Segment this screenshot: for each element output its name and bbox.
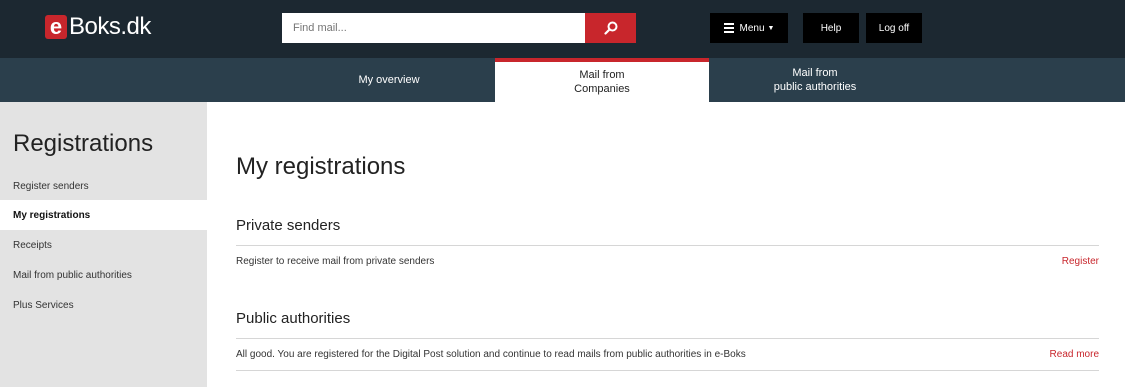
- hamburger-icon: [723, 21, 734, 35]
- page-title: My registrations: [236, 153, 406, 180]
- section-title-public-authorities: Public authorities: [236, 310, 351, 327]
- logo-text: Boks.dk: [69, 13, 151, 40]
- register-link[interactable]: Register: [1062, 256, 1099, 267]
- divider: [236, 245, 1099, 246]
- tab-my-overview[interactable]: My overview: [283, 58, 495, 102]
- logo-e-mark: e: [45, 15, 67, 39]
- read-more-link[interactable]: Read more: [1050, 349, 1099, 360]
- sidebar-item-plus-services[interactable]: Plus Services: [0, 290, 207, 320]
- public-authorities-text: All good. You are registered for the Dig…: [236, 349, 746, 360]
- menu-button-label: Menu: [739, 22, 765, 34]
- tab-mail-from-public-authorities[interactable]: Mail from public authorities: [709, 58, 921, 102]
- sidebar-item-register-senders[interactable]: Register senders: [0, 171, 207, 201]
- caret-down-icon: ▼: [767, 24, 775, 32]
- main-nav: My overview Mail from Companies Mail fro…: [0, 58, 1125, 102]
- sidebar-item-mail-from-public-authorities[interactable]: Mail from public authorities: [0, 260, 207, 290]
- tab-label: Mail from public authorities: [773, 67, 857, 93]
- sidebar-title: Registrations: [13, 130, 154, 157]
- top-header: e Boks.dk Menu ▼ Help Log off: [0, 0, 1125, 58]
- menu-button[interactable]: Menu ▼: [710, 13, 788, 43]
- tab-label: Mail from Companies: [574, 69, 630, 95]
- private-senders-text: Register to receive mail from private se…: [236, 256, 435, 267]
- eboks-logo[interactable]: e Boks.dk: [45, 13, 151, 40]
- tab-label: My overview: [358, 74, 420, 86]
- search-button[interactable]: [585, 13, 636, 43]
- search-input[interactable]: [282, 13, 585, 43]
- main-content: My registrations Private senders Registe…: [207, 102, 1125, 387]
- search-icon: [603, 21, 617, 35]
- sidebar: Registrations Register senders My regist…: [0, 102, 207, 387]
- log-off-button[interactable]: Log off: [866, 13, 922, 43]
- sidebar-item-receipts[interactable]: Receipts: [0, 230, 207, 260]
- divider: [236, 370, 1099, 371]
- section-title-private-senders: Private senders: [236, 217, 341, 234]
- help-button[interactable]: Help: [803, 13, 859, 43]
- sidebar-item-my-registrations[interactable]: My registrations: [0, 200, 207, 230]
- divider: [236, 338, 1099, 339]
- tab-mail-from-companies[interactable]: Mail from Companies: [495, 58, 709, 102]
